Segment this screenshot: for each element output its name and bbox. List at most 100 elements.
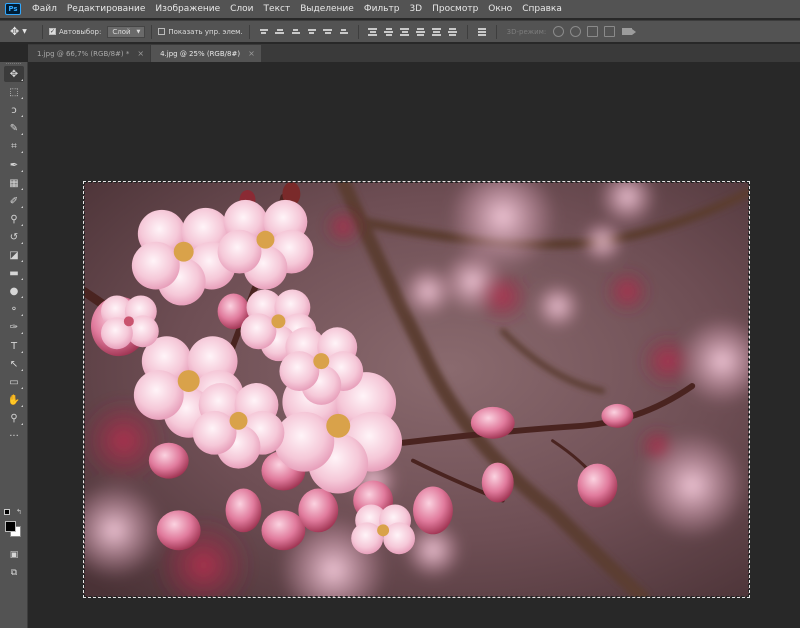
divider [357,24,359,39]
slide-3d-icon[interactable] [604,26,616,37]
tool-group-indicator [21,170,23,172]
menu-3d[interactable]: 3D [404,4,427,14]
divider [248,24,250,39]
tab-label: 4.jpg @ 25% (RGB/8#) [160,49,241,58]
close-icon[interactable]: × [248,49,255,58]
tool-group-indicator [21,224,23,226]
close-icon[interactable]: × [137,49,144,58]
brush-tool-icon[interactable]: ✐ [4,193,24,209]
tool-group-indicator [21,296,23,298]
gradient-tool-icon[interactable]: ▬ [4,265,24,281]
default-colors-icon[interactable] [4,509,10,515]
menu-view[interactable]: Просмотр [427,4,483,14]
marquee-tool-icon[interactable]: ⬚ [4,84,24,100]
photoshop-window: Ps Файл Редактирование Изображение Слои … [0,0,800,628]
lasso-tool-icon[interactable]: ↄ [4,102,24,118]
tool-group-indicator [21,405,23,407]
distribute-horizontal-center-icon[interactable] [432,27,442,37]
tab-document-1[interactable]: 1.jpg @ 66,7% (RGB/8#) * × [28,45,151,62]
divider [151,24,153,39]
tool-group-indicator [21,206,23,208]
foreground-color-swatch[interactable] [5,521,16,532]
tool-preset-picker[interactable]: ✥ ▼ [10,25,36,38]
crop-tool-icon[interactable]: ⌗ [4,138,24,154]
canvas-workspace[interactable] [28,62,800,628]
type-tool-icon[interactable]: T [4,338,24,354]
scale-3d-video-icon[interactable] [622,28,637,35]
autoselect-checkbox[interactable]: ✓ [49,28,56,35]
menu-image[interactable]: Изображение [150,4,225,14]
tool-group-indicator [21,115,23,117]
menu-type[interactable]: Текст [259,4,296,14]
tool-group-indicator [21,242,23,244]
tool-group-indicator [21,423,23,425]
autoselect-target-select[interactable]: Слой ▼ [107,25,146,38]
show-transform-checkbox[interactable] [158,28,166,35]
align-bottom-icon[interactable] [291,27,301,37]
eraser-tool-icon[interactable]: ◪ [4,247,24,263]
history-brush-tool-icon[interactable]: ↺ [4,229,24,245]
pen-tool-icon[interactable]: ✑ [4,319,24,335]
swap-colors-icon[interactable]: ↰ [16,508,22,516]
roll-3d-icon[interactable] [570,26,582,37]
align-vertical-center-icon[interactable] [275,27,285,37]
menu-edit[interactable]: Редактирование [62,4,151,14]
tab-document-4[interactable]: 4.jpg @ 25% (RGB/8#) × [151,45,261,62]
blur-tool-icon[interactable]: ● [4,283,24,299]
zoom-tool-icon[interactable]: ⚲ [4,410,24,426]
menu-window[interactable]: Окно [483,4,517,14]
clone-stamp-tool-icon[interactable]: ⚲ [4,211,24,227]
align-right-icon[interactable] [339,27,349,37]
hand-tool-icon[interactable]: ✋ [4,392,24,408]
quick-select-tool-icon[interactable]: ✎ [4,120,24,136]
tool-group-indicator [21,387,23,389]
distribute-left-icon[interactable] [416,27,426,37]
menu-bar: Ps Файл Редактирование Изображение Слои … [0,0,800,18]
distribute-bottom-icon[interactable] [400,27,410,37]
move-icon: ✥ [10,25,20,38]
auto-align-layers-icon[interactable] [477,27,487,37]
document-tab-bar: 1.jpg @ 66,7% (RGB/8#) * × 4.jpg @ 25% (… [28,44,800,62]
eyedropper-tool-icon[interactable]: ✒ [4,157,24,173]
rectangle-tool-icon[interactable]: ▭ [4,374,24,390]
align-top-icon[interactable] [259,27,269,37]
tools-panel: ↰ ▣ ⧉ ✥ ⬚ ↄ ✎ ⌗ ✒ ▦ ✐ ⚲ ↺ ◪ ▬ ● ⚬ ✑ T ↖ ▭ ✋ ⚲ ··· [0,62,28,628]
move-tool-icon[interactable]: ✥ [4,66,24,82]
show-transform-option[interactable]: Показать упр. элем. [158,28,243,36]
photo-cherry-blossoms [84,182,749,597]
menu-layers[interactable]: Слои [225,4,258,14]
drag-3d-icon[interactable] [587,26,599,37]
autoselect-target-value: Слой [112,27,131,36]
tool-group-indicator [21,260,23,262]
autoselect-option[interactable]: ✓ Автовыбор: Слой ▼ [49,25,146,38]
options-bar: ✥ ▼ ✓ Автовыбор: Слой ▼ Показать упр. эле… [0,20,800,42]
orbit-3d-icon[interactable] [553,26,565,37]
healing-brush-tool-icon[interactable]: ▦ [4,175,24,191]
dodge-tool-icon[interactable]: ⚬ [4,301,24,317]
tool-group-indicator [21,351,23,353]
tool-group-indicator [21,314,23,316]
distribute-vertical-center-icon[interactable] [384,27,394,37]
menu-filter[interactable]: Фильтр [359,4,405,14]
document-canvas[interactable] [83,181,750,598]
menu-help[interactable]: Справка [517,4,567,14]
menu-file[interactable]: Файл [27,4,62,14]
quick-mask-icon[interactable]: ▣ [4,547,24,563]
screen-mode-icon[interactable]: ⧉ [4,565,24,581]
menu-select[interactable]: Выделение [295,4,359,14]
distribute-right-icon[interactable] [448,27,458,37]
mode-3d-label: 3D-режим: [506,27,547,36]
tab-label: 1.jpg @ 66,7% (RGB/8#) * [37,49,130,58]
path-select-tool-icon[interactable]: ↖ [4,356,24,372]
tool-group-indicator [21,79,23,81]
chevron-down-icon: ▼ [22,28,27,35]
align-left-icon[interactable] [307,27,317,37]
distribute-top-icon[interactable] [368,27,378,37]
tool-group-indicator [21,97,23,99]
tool-group-indicator [21,278,23,280]
tool-group-indicator [21,332,23,334]
more-tools-icon[interactable]: ··· [4,428,24,444]
align-horizontal-center-icon[interactable] [323,27,333,37]
divider [495,24,497,39]
autoselect-label: Автовыбор: [59,27,102,36]
